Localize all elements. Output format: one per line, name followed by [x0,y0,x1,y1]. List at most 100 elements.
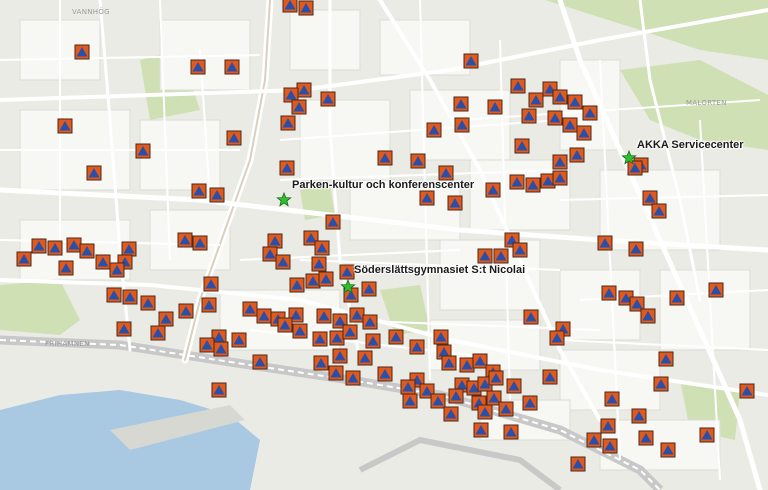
shelter-marker-icon[interactable] [472,353,488,369]
shelter-marker-icon[interactable] [267,233,283,249]
shelter-marker-icon[interactable] [509,174,525,190]
shelter-marker-icon[interactable] [289,277,305,293]
shelter-marker-icon[interactable] [498,401,514,417]
shelter-marker-icon[interactable] [601,285,617,301]
shelter-marker-icon[interactable] [549,330,565,346]
shelter-marker-icon[interactable] [332,348,348,364]
shelter-marker-icon[interactable] [328,365,344,381]
shelter-marker-icon[interactable] [523,309,539,325]
shelter-marker-icon[interactable] [95,254,111,270]
shelter-marker-icon[interactable] [459,357,475,373]
shelter-marker-icon[interactable] [275,254,291,270]
shelter-marker-icon[interactable] [158,311,174,327]
shelter-marker-icon[interactable] [441,355,457,371]
shelter-marker-icon[interactable] [562,117,578,133]
shelter-marker-icon[interactable] [74,44,90,60]
shelter-marker-icon[interactable] [597,235,613,251]
shelter-marker-icon[interactable] [86,165,102,181]
shelter-marker-icon[interactable] [231,332,247,348]
shelter-marker-icon[interactable] [477,404,493,420]
shelter-marker-icon[interactable] [106,287,122,303]
shelter-marker-icon[interactable] [256,308,272,324]
shelter-marker-icon[interactable] [542,369,558,385]
shelter-marker-icon[interactable] [226,130,242,146]
shelter-marker-icon[interactable] [47,240,63,256]
shelter-marker-icon[interactable] [699,427,715,443]
shelter-marker-icon[interactable] [488,370,504,386]
shelter-marker-icon[interactable] [547,110,563,126]
shelter-marker-icon[interactable] [512,242,528,258]
shelter-marker-icon[interactable] [314,240,330,256]
shelter-marker-icon[interactable] [362,314,378,330]
shelter-marker-icon[interactable] [552,89,568,105]
shelter-marker-icon[interactable] [604,391,620,407]
shelter-marker-icon[interactable] [510,78,526,94]
shelter-marker-icon[interactable] [600,418,616,434]
shelter-marker-icon[interactable] [525,177,541,193]
shelter-marker-icon[interactable] [409,339,425,355]
shelter-marker-icon[interactable] [66,237,82,253]
shelter-marker-icon[interactable] [150,325,166,341]
shelter-marker-icon[interactable] [209,187,225,203]
shelter-marker-icon[interactable] [430,393,446,409]
shelter-marker-icon[interactable] [669,290,685,306]
shelter-marker-icon[interactable] [280,115,296,131]
shelter-marker-icon[interactable] [339,264,355,280]
poi-star-icon[interactable] [276,191,292,207]
shelter-marker-icon[interactable] [473,422,489,438]
shelter-marker-icon[interactable] [316,308,332,324]
shelter-marker-icon[interactable] [628,241,644,257]
shelter-marker-icon[interactable] [569,147,585,163]
shelter-marker-icon[interactable] [191,183,207,199]
shelter-marker-icon[interactable] [521,108,537,124]
shelter-marker-icon[interactable] [522,395,538,411]
shelter-marker-icon[interactable] [419,190,435,206]
shelter-marker-icon[interactable] [365,333,381,349]
shelter-marker-icon[interactable] [320,91,336,107]
poi-label-akka[interactable]: AKKA Servicecenter [637,139,744,151]
shelter-marker-icon[interactable] [602,438,618,454]
shelter-marker-icon[interactable] [443,406,459,422]
shelter-marker-icon[interactable] [292,323,308,339]
shelter-marker-icon[interactable] [16,251,32,267]
shelter-marker-icon[interactable] [298,0,314,16]
shelter-marker-icon[interactable] [453,96,469,112]
poi-label-parken[interactable]: Parken-kultur och konferenscenter [292,179,474,191]
shelter-marker-icon[interactable] [493,248,509,264]
shelter-marker-icon[interactable] [201,297,217,313]
shelter-marker-icon[interactable] [312,331,328,347]
shelter-marker-icon[interactable] [357,350,373,366]
poi-label-soderslattsgymnasiet[interactable]: Söderslättsgymnasiet S:t Nicolai [354,264,525,276]
shelter-marker-icon[interactable] [506,378,522,394]
shelter-marker-icon[interactable] [642,190,658,206]
shelter-marker-icon[interactable] [528,92,544,108]
shelter-marker-icon[interactable] [109,262,125,278]
shelter-marker-icon[interactable] [377,150,393,166]
shelter-marker-icon[interactable] [242,301,258,317]
shelter-marker-icon[interactable] [640,308,656,324]
shelter-marker-icon[interactable] [121,241,137,257]
shelter-marker-icon[interactable] [349,307,365,323]
shelter-marker-icon[interactable] [342,324,358,340]
shelter-marker-icon[interactable] [116,321,132,337]
shelter-marker-icon[interactable] [410,153,426,169]
shelter-marker-icon[interactable] [313,355,329,371]
shelter-marker-icon[interactable] [463,53,479,69]
shelter-marker-icon[interactable] [514,138,530,154]
shelter-marker-icon[interactable] [192,235,208,251]
shelter-marker-icon[interactable] [582,105,598,121]
shelter-marker-icon[interactable] [377,366,393,382]
shelter-marker-icon[interactable] [291,99,307,115]
shelter-marker-icon[interactable] [177,232,193,248]
shelter-marker-icon[interactable] [211,382,227,398]
shelter-marker-icon[interactable] [178,303,194,319]
shelter-marker-icon[interactable] [638,430,654,446]
shelter-marker-icon[interactable] [135,143,151,159]
shelter-marker-icon[interactable] [477,248,493,264]
shelter-marker-icon[interactable] [325,214,341,230]
shelter-marker-icon[interactable] [79,243,95,259]
shelter-marker-icon[interactable] [653,376,669,392]
shelter-marker-icon[interactable] [660,442,676,458]
shelter-marker-icon[interactable] [567,94,583,110]
shelter-marker-icon[interactable] [426,122,442,138]
